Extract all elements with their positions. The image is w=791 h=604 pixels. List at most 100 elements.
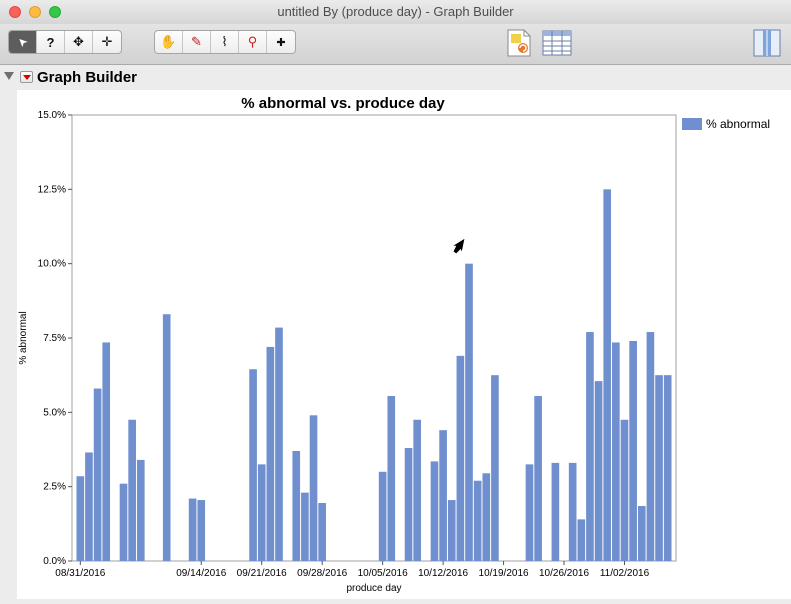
bar[interactable] (603, 189, 612, 561)
y-tick-label: 10.0% (38, 259, 66, 270)
bar[interactable] (119, 483, 128, 561)
magnifier-icon: ⚲ (247, 34, 258, 49)
bar[interactable] (266, 346, 275, 561)
disclosure-triangle-icon[interactable] (4, 72, 14, 80)
bar[interactable] (404, 448, 413, 561)
bar[interactable] (646, 332, 655, 561)
bar[interactable] (534, 395, 542, 561)
title-bar: untitled By (produce day) - Graph Builde… (0, 0, 791, 25)
y-tick-label: 0.0% (43, 556, 66, 567)
bar[interactable] (637, 505, 646, 561)
bar[interactable] (301, 492, 309, 561)
y-axis: 0.0% 2.5% 5.0% 7.5% 10.0% 12.5% 15.0% (38, 110, 72, 567)
x-tick-label: 10/26/2016 (539, 568, 589, 579)
bar[interactable] (655, 375, 663, 561)
bar[interactable] (93, 388, 102, 561)
bar[interactable] (491, 375, 499, 561)
layout-panel-icon[interactable] (752, 28, 782, 58)
toolbar: ➤ ? ✥ ✛ ✋ ✎ ⌇ ⚲ ✚ (0, 24, 791, 65)
bar[interactable] (456, 355, 465, 561)
bar[interactable] (378, 471, 387, 561)
plot-area[interactable] (71, 114, 677, 562)
bar[interactable] (663, 375, 672, 561)
bar[interactable] (197, 500, 206, 561)
bar-chart: % abnormal vs. produce day 0.0% 2.5% 5.0% 7… (18, 95, 770, 594)
arrow-tool-button[interactable]: ➤ (9, 31, 37, 53)
bar[interactable] (76, 476, 85, 561)
save-script-icon[interactable] (504, 28, 534, 58)
legend-swatch (682, 118, 702, 130)
bar[interactable] (594, 381, 603, 561)
lasso-icon: ⌇ (221, 34, 228, 49)
help-tool-button[interactable]: ? (37, 31, 65, 53)
bar[interactable] (188, 498, 197, 561)
x-tick-label: 10/05/2016 (358, 568, 408, 579)
window-title: untitled By (produce day) - Graph Builde… (277, 4, 514, 19)
bar[interactable] (102, 342, 111, 561)
bar[interactable] (318, 503, 326, 561)
crosshair-tool-button[interactable]: ✚ (267, 31, 295, 53)
bar[interactable] (551, 462, 560, 561)
hand-icon: ✋ (160, 34, 177, 49)
bar[interactable] (577, 519, 586, 561)
tool-group-2: ✋ ✎ ⌇ ⚲ ✚ (154, 30, 296, 54)
move-icon: ✛ (101, 34, 113, 49)
x-axis-label: produce day (346, 583, 401, 594)
bar[interactable] (465, 263, 473, 561)
bar[interactable] (387, 395, 396, 561)
legend[interactable]: % abnormal (682, 117, 770, 131)
x-tick-label: 10/19/2016 (479, 568, 529, 579)
arrow-icon: ➤ (13, 34, 31, 51)
bar[interactable] (525, 464, 534, 561)
red-triangle-menu-icon[interactable] (20, 71, 33, 83)
bar[interactable] (620, 419, 629, 561)
bar[interactable] (128, 419, 136, 561)
bar[interactable] (292, 450, 301, 561)
brush-icon: ✎ (191, 34, 202, 49)
data-table-icon[interactable] (542, 28, 572, 58)
grabber-tool-button[interactable]: ✋ (155, 31, 183, 53)
bar[interactable] (447, 500, 456, 561)
move-tool-button[interactable]: ✛ (93, 31, 121, 53)
bar[interactable] (612, 342, 620, 561)
y-tick-label: 2.5% (43, 482, 66, 493)
question-icon: ? (46, 34, 55, 50)
report-header: Graph Builder (0, 65, 791, 91)
bar[interactable] (629, 340, 637, 561)
y-tick-label: 15.0% (38, 110, 66, 121)
x-tick-label: 11/02/2016 (600, 568, 650, 579)
crosshair-icon: ✚ (276, 36, 286, 49)
report-content: % abnormal vs. produce day 0.0% 2.5% 5.0% 7… (17, 90, 791, 599)
bar[interactable] (473, 480, 482, 561)
bar[interactable] (249, 369, 257, 561)
brush-tool-button[interactable]: ✎ (183, 31, 211, 53)
bar[interactable] (136, 459, 145, 561)
bar[interactable] (257, 464, 266, 561)
bar[interactable] (413, 419, 422, 561)
y-tick-label: 5.0% (43, 407, 66, 418)
chart-title: % abnormal vs. produce day (241, 95, 445, 112)
tool-group-1: ➤ ? ✥ ✛ (8, 30, 122, 54)
y-tick-label: 12.5% (38, 184, 66, 195)
legend-label: % abnormal (706, 117, 770, 131)
bar[interactable] (586, 332, 594, 561)
bar[interactable] (430, 461, 439, 561)
x-tick-label: 09/28/2016 (297, 568, 347, 579)
selection-icon: ✥ (73, 34, 84, 49)
magnifier-tool-button[interactable]: ⚲ (239, 31, 267, 53)
bar[interactable] (309, 415, 318, 561)
x-tick-label: 09/21/2016 (237, 568, 287, 579)
bar[interactable] (439, 430, 447, 561)
lasso-tool-button[interactable]: ⌇ (211, 31, 239, 53)
x-tick-label: 08/31/2016 (55, 568, 105, 579)
x-tick-label: 09/14/2016 (176, 568, 226, 579)
bar[interactable] (275, 327, 283, 561)
bar[interactable] (85, 452, 93, 561)
report-title: Graph Builder (37, 69, 138, 86)
bar[interactable] (482, 473, 491, 561)
bar[interactable] (162, 314, 171, 561)
bar[interactable] (568, 462, 577, 561)
x-tick-label: 10/12/2016 (418, 568, 468, 579)
selection-tool-button[interactable]: ✥ (65, 31, 93, 53)
y-axis-label: % abnormal (18, 311, 29, 364)
